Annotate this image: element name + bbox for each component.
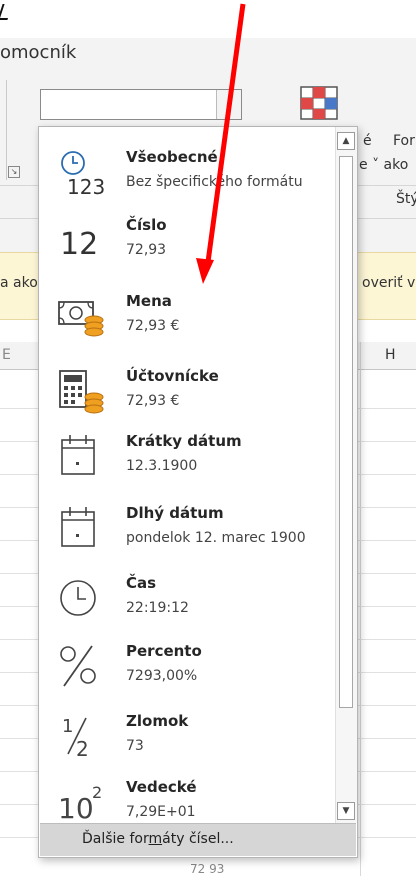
calculator-coins-icon	[59, 370, 104, 414]
clock-icon	[60, 580, 96, 616]
calendar-icon	[61, 507, 95, 547]
format-item-title: Vedecké	[126, 778, 197, 796]
format-item-sample: 7293,00%	[126, 668, 198, 684]
svg-text:2: 2	[92, 783, 102, 802]
format-item-sample: 73	[126, 738, 144, 754]
svg-text:2: 2	[76, 737, 89, 760]
format-item-title: Percento	[126, 642, 202, 660]
format-item-time[interactable]: Čas 22:19:12	[40, 560, 334, 638]
format-item-sample: 72,93 €	[126, 393, 180, 409]
format-item-sample: 72,93 €	[126, 318, 180, 334]
red-arrow-annotation	[196, 3, 246, 284]
more-number-formats-button[interactable]: Ďalšie formáty čísel...	[40, 823, 356, 856]
footer-label-part: áty čísel...	[162, 831, 234, 847]
grid-column-line	[360, 342, 361, 876]
svg-text:10: 10	[58, 792, 94, 825]
svg-text:1: 1	[62, 716, 73, 737]
column-header-h[interactable]: H	[385, 347, 396, 363]
format-item-title: Čas	[126, 574, 157, 592]
format-item-sample: 7,29E+01	[126, 804, 196, 820]
format-item-title: Krátky dátum	[126, 432, 242, 450]
fraction-icon: 1 2	[62, 716, 89, 760]
format-item-short-date[interactable]: Krátky dátum 12.3.1900	[40, 418, 334, 496]
cell-value-below: 72 93	[190, 862, 225, 876]
format-item-long-date[interactable]: Dlhý dátum pondelok 12. marec 1900	[40, 490, 334, 568]
footer-label-accesskey: m	[148, 831, 163, 847]
calendar-icon	[61, 435, 95, 475]
column-header-e[interactable]: E	[2, 347, 11, 363]
scroll-down-button[interactable]: ▼	[337, 802, 355, 820]
scientific-icon: 102	[58, 783, 102, 825]
format-item-scientific[interactable]: 10 2 Vedecké 7,29E+01	[40, 764, 334, 825]
format-item-title: Účtovnícke	[126, 367, 219, 385]
triangle-down-icon: ▼	[342, 806, 350, 816]
format-item-title: Dlhý dátum	[126, 504, 224, 522]
format-item-sample: 12.3.1900	[126, 458, 198, 474]
format-item-sample: pondelok 12. marec 1900	[126, 530, 306, 546]
more-number-formats-label: Ďalšie formáty čísel...	[82, 831, 234, 847]
footer-label-part: Ďalšie for	[82, 831, 149, 847]
percent-icon	[60, 645, 96, 687]
format-item-percentage[interactable]: Percento 7293,00%	[40, 628, 334, 706]
format-item-title: Zlomok	[126, 712, 189, 730]
format-item-sample: 22:19:12	[126, 600, 189, 616]
